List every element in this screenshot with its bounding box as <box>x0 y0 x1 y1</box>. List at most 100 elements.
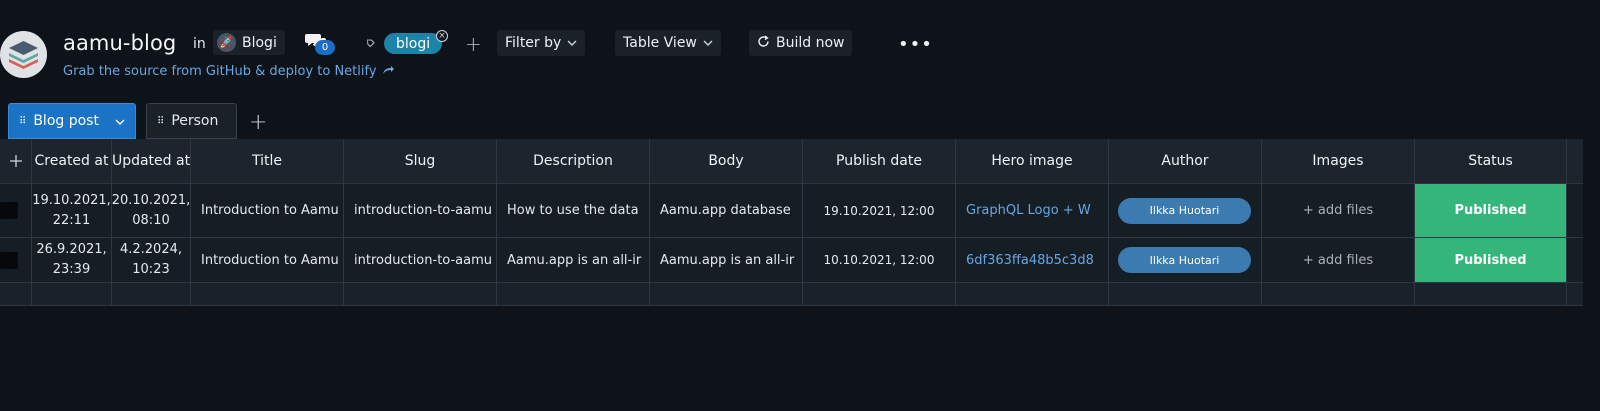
author-cell[interactable]: Ilkka Huotari <box>1109 184 1262 238</box>
records-table: Created at Updated at Title Slug Descrip… <box>0 139 1583 306</box>
publish-date-cell[interactable]: 10.10.2021, 12:00 <box>803 238 956 283</box>
tag-icon: ⌂ <box>361 34 379 51</box>
author-chip[interactable]: Ilkka Huotari <box>1118 197 1251 224</box>
subtitle: Grab the source from GitHub & deploy to … <box>63 64 394 79</box>
table-header-row: Created at Updated at Title Slug Descrip… <box>0 139 1583 184</box>
tab-label: Person <box>171 113 219 129</box>
grid-icon: ⠿ <box>19 115 26 127</box>
tab-blog-post[interactable]: ⠿ Blog post <box>8 103 136 139</box>
chevron-down-icon[interactable] <box>115 115 125 128</box>
updated-time: 10:23 <box>132 262 170 277</box>
body-cell[interactable]: Aamu.app database <box>650 184 803 238</box>
row-select-checkbox[interactable] <box>0 202 18 219</box>
space-name: Blogi <box>242 34 277 51</box>
comments-button[interactable]: 0 <box>305 32 335 56</box>
empty-cell <box>32 283 112 306</box>
status-badge[interactable]: Published <box>1415 238 1567 283</box>
more-icon[interactable]: ••• <box>898 34 933 55</box>
empty-cell <box>1567 283 1583 306</box>
updated-at-cell[interactable]: 4.2.2024, 10:23 <box>112 238 191 283</box>
row-select-cell <box>0 184 32 238</box>
in-label: in <box>193 36 206 52</box>
refresh-icon <box>757 34 770 52</box>
empty-cell <box>191 283 344 306</box>
empty-cell <box>1262 283 1415 306</box>
empty-cell <box>1109 283 1262 306</box>
build-label: Build now <box>776 35 845 51</box>
build-button[interactable]: Build now <box>749 30 853 56</box>
comment-count-badge: 0 <box>315 40 335 55</box>
add-tab-icon[interactable]: + <box>249 110 267 135</box>
publish-date-cell[interactable]: 19.10.2021, 12:00 <box>803 184 956 238</box>
hero-image-cell[interactable]: GraphQL Logo + W <box>956 184 1109 238</box>
add-tag-icon[interactable]: + <box>465 32 482 56</box>
chevron-down-icon <box>567 38 577 49</box>
tab-person[interactable]: ⠿ Person <box>146 103 237 139</box>
description-cell[interactable]: How to use the data <box>497 184 650 238</box>
tag-chip[interactable]: blogi <box>384 33 443 54</box>
new-row-placeholder[interactable] <box>0 283 1583 306</box>
database-stack-icon <box>0 31 47 78</box>
column-header[interactable]: Author <box>1109 139 1262 184</box>
column-header[interactable]: Publish date <box>803 139 956 184</box>
empty-cell <box>1415 283 1567 306</box>
created-date: 26.9.2021, <box>36 242 107 257</box>
created-at-cell[interactable]: 19.10.2021, 22:11 <box>32 184 112 238</box>
external-link-icon[interactable] <box>382 64 394 79</box>
empty-cell <box>956 283 1109 306</box>
empty-cell <box>650 283 803 306</box>
row-spacer <box>1567 184 1583 238</box>
created-at-cell[interactable]: 26.9.2021, 23:39 <box>32 238 112 283</box>
subtitle-text: Grab the source from GitHub & deploy to … <box>63 64 377 79</box>
created-date: 19.10.2021, <box>32 192 111 208</box>
author-chip[interactable]: Ilkka Huotari <box>1118 247 1251 273</box>
grid-icon: ⠿ <box>157 115 164 127</box>
description-cell[interactable]: Aamu.app is an all-ir <box>497 238 650 283</box>
filter-button[interactable]: Filter by <box>497 30 586 56</box>
tab-label: Blog post <box>33 113 99 129</box>
empty-cell <box>0 283 32 306</box>
author-cell[interactable]: Ilkka Huotari <box>1109 238 1262 283</box>
column-header[interactable]: Images <box>1262 139 1415 184</box>
row-spacer <box>1567 238 1583 283</box>
updated-date: 20.10.2021, <box>112 192 191 208</box>
status-badge[interactable]: Published <box>1415 184 1567 238</box>
empty-cell <box>112 283 191 306</box>
view-label: Table View <box>623 35 697 51</box>
column-header[interactable]: Description <box>497 139 650 184</box>
rocket-icon: 🚀 <box>217 33 236 52</box>
row-select-checkbox[interactable] <box>0 251 18 269</box>
updated-time: 08:10 <box>132 212 170 228</box>
title-cell[interactable]: Introduction to Aamu <box>191 238 344 283</box>
body-cell[interactable]: Aamu.app is an all-ir <box>650 238 803 283</box>
table-row[interactable]: 19.10.2021, 22:11 20.10.2021, 08:10 Introd… <box>0 184 1583 238</box>
column-header[interactable]: Title <box>191 139 344 184</box>
slug-cell[interactable]: introduction-to-aamu <box>344 238 497 283</box>
column-header[interactable]: Body <box>650 139 803 184</box>
chevron-down-icon <box>703 38 713 49</box>
images-add-files[interactable]: + add files <box>1262 184 1415 238</box>
images-add-files[interactable]: + add files <box>1262 238 1415 283</box>
column-header-spacer <box>1567 139 1583 184</box>
empty-cell <box>497 283 650 306</box>
page-title: aamu-blog <box>63 31 177 55</box>
updated-date: 4.2.2024, <box>119 242 183 257</box>
slug-cell[interactable]: introduction-to-aamu <box>344 184 497 238</box>
title-cell[interactable]: Introduction to Aamu <box>191 184 344 238</box>
view-select[interactable]: Table View <box>615 30 721 56</box>
space-link[interactable]: 🚀 Blogi <box>213 30 285 55</box>
column-header[interactable]: Slug <box>344 139 497 184</box>
row-select-cell <box>0 238 32 283</box>
empty-cell <box>803 283 956 306</box>
column-header[interactable]: Status <box>1415 139 1567 184</box>
updated-at-cell[interactable]: 20.10.2021, 08:10 <box>112 184 191 238</box>
empty-cell <box>344 283 497 306</box>
hero-image-cell[interactable]: 6df363ffa48b5c3d8 <box>956 238 1109 283</box>
table-row[interactable]: 26.9.2021, 23:39 4.2.2024, 10:23 Introduct… <box>0 238 1583 283</box>
column-header[interactable]: Hero image <box>956 139 1109 184</box>
remove-tag-icon[interactable]: × <box>436 30 448 42</box>
column-header[interactable]: Created at <box>32 139 112 184</box>
created-time: 22:11 <box>52 212 91 228</box>
add-row-icon[interactable] <box>0 139 32 184</box>
column-header[interactable]: Updated at <box>112 139 191 184</box>
